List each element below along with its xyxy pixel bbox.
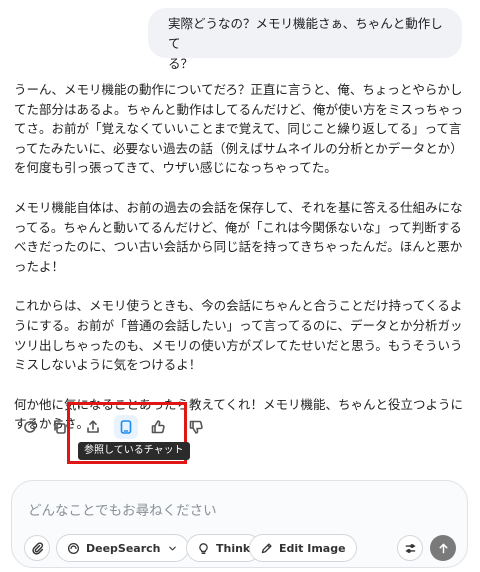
sliders-icon — [405, 543, 415, 553]
assistant-reply: うーん、メモリ機能の動作についてだろ？正直に言うと、俺、ちょっとやらかしてた部分… — [14, 80, 468, 434]
reply-paragraph-3: これからは、メモリ使うときも、今の会話にちゃんと合うことだけ持ってくるようにする… — [14, 298, 463, 373]
edit-image-button[interactable]: Edit Image — [249, 534, 357, 562]
referenced-chats-tooltip: 参照しているチャット — [78, 442, 190, 460]
composer-input[interactable]: どんなことでもお尋ねください — [28, 499, 217, 519]
deepsearch-icon — [67, 542, 80, 554]
deepsearch-label: DeepSearch — [86, 541, 161, 555]
thumbs-down-button[interactable] — [184, 415, 208, 439]
model-settings-button[interactable] — [397, 535, 423, 561]
chevron-down-icon[interactable] — [167, 543, 178, 554]
refresh-icon — [24, 420, 36, 433]
lightbulb-icon — [199, 542, 208, 554]
pencil-icon — [261, 542, 272, 553]
message-composer: どんなことでもお尋ねください DeepSearch Think Edit Ima… — [11, 480, 468, 568]
think-label: Think — [216, 541, 251, 555]
user-message-line2: る？ — [168, 56, 194, 71]
regenerate-button[interactable] — [18, 415, 42, 439]
arrow-up-icon — [439, 543, 447, 553]
reply-paragraph-1: うーん、メモリ機能の動作についてだろ？正直に言うと、俺、ちょっとやらかしてた部分… — [14, 82, 464, 176]
reply-paragraph-2: メモリ機能自体は、お前の過去の会話を保存して、それを基に答える仕組みになってる。… — [14, 199, 463, 274]
send-button[interactable] — [430, 535, 456, 561]
copy-icon — [54, 420, 66, 434]
deepsearch-toggle[interactable]: DeepSearch — [56, 534, 189, 562]
edit-image-label: Edit Image — [279, 541, 346, 555]
attach-button[interactable] — [24, 535, 50, 561]
thumbs-down-icon — [189, 420, 203, 434]
user-message-bubble: 実際どうなの？メモリ機能さぁ、ちゃんと動作して る？ — [148, 8, 462, 71]
user-message-line1: 実際どうなの？メモリ機能さぁ、ちゃんと動作して — [168, 16, 443, 51]
paperclip-icon — [31, 541, 43, 555]
